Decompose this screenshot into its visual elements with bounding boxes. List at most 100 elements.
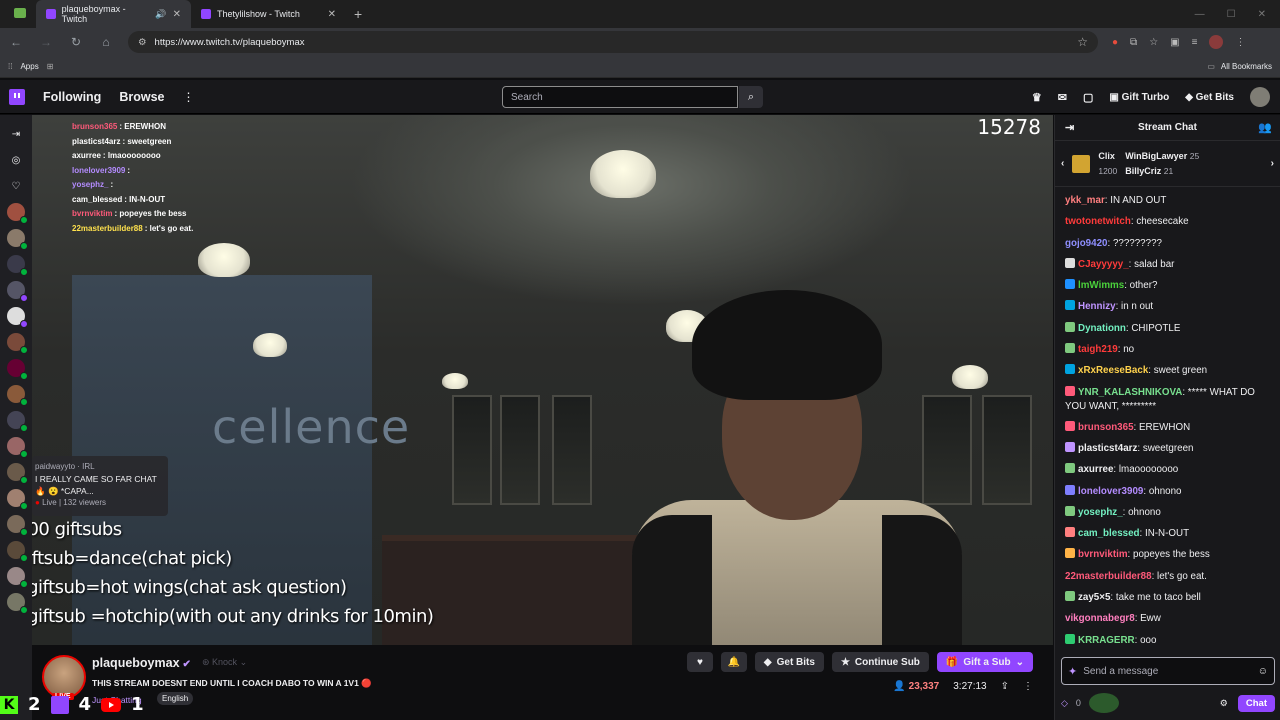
chat-username[interactable]: yosephz_ — [1078, 507, 1123, 518]
puzzle-icon[interactable]: ⧉ — [1130, 37, 1137, 48]
chat-username[interactable]: vikgonnabegr8 — [1065, 613, 1135, 624]
url-input[interactable]: ⚙ https://www.twitch.tv/plaqueboymax ☆ — [128, 31, 1098, 53]
leaderboard-prev-icon[interactable]: ‹ — [1061, 158, 1064, 169]
knock-button[interactable]: ⊛ Knock ⌄ — [202, 657, 247, 668]
chat-badge-icon[interactable] — [1065, 343, 1075, 354]
chat-username[interactable]: plasticst4arz — [1078, 443, 1137, 454]
tab-plaqueboymax[interactable]: plaqueboymax - Twitch 🔊 ✕ — [36, 0, 191, 28]
whispers-icon[interactable]: ▢ — [1083, 91, 1093, 104]
followed-channel-avatar[interactable] — [7, 229, 28, 250]
chat-input[interactable]: ✦ Send a message ☺ — [1061, 657, 1275, 685]
followed-channel-avatar[interactable] — [7, 359, 28, 380]
chat-username[interactable]: KRRAGERR — [1078, 635, 1135, 646]
chat-username[interactable]: cam_blessed — [1078, 528, 1140, 539]
chat-badge-icon[interactable] — [1065, 505, 1075, 516]
speaker-icon[interactable]: 🔊 — [155, 9, 166, 20]
followed-channel-avatar[interactable] — [7, 307, 28, 328]
chat-badge-icon[interactable] — [1065, 591, 1075, 602]
chat-badge-icon[interactable] — [1065, 463, 1075, 474]
followed-channel-avatar[interactable] — [7, 515, 28, 536]
followed-channel-avatar[interactable] — [7, 255, 28, 276]
get-bits-button[interactable]: ◆ Get Bits — [1185, 92, 1234, 103]
chat-username[interactable]: lmWimms — [1078, 280, 1124, 291]
collapse-chat-icon[interactable]: ⇥ — [1065, 121, 1074, 134]
leaderboard-next-icon[interactable]: › — [1271, 158, 1274, 169]
home-icon[interactable]: ⌂ — [98, 35, 114, 49]
media-icon[interactable]: ≡ — [1192, 37, 1198, 48]
chat-username[interactable]: 22masterbuilder88 — [1065, 571, 1152, 582]
followed-channel-avatar[interactable] — [7, 281, 28, 302]
followed-channel-avatar[interactable] — [7, 463, 28, 484]
share-icon[interactable]: ⇪ — [1001, 681, 1009, 692]
chat-username[interactable]: bvrnviktim — [1078, 549, 1128, 560]
site-info-icon[interactable]: ⚙ — [138, 37, 147, 48]
channel-points-icon[interactable]: ◇ — [1061, 698, 1068, 709]
channel-hover-card[interactable]: paidwayyto · IRL I REALLY CAME SO FAR CH… — [32, 456, 168, 516]
bookmark-star-icon[interactable]: ☆ — [1077, 35, 1088, 49]
get-bits-button[interactable]: ◆ Get Bits — [754, 652, 824, 672]
gift-sub-button[interactable]: 🎁 Gift a Sub ⌄ — [936, 652, 1033, 672]
chat-username[interactable]: Dynationn — [1078, 323, 1126, 334]
chat-username[interactable]: zay5×5 — [1078, 592, 1110, 603]
bookmark-apps[interactable]: Apps — [20, 62, 38, 71]
forward-icon[interactable]: → — [38, 35, 54, 49]
chat-badge-icon[interactable] — [1065, 364, 1075, 375]
emote-picker-icon[interactable]: ☺ — [1258, 666, 1268, 677]
close-tab-icon[interactable]: ✕ — [173, 9, 181, 20]
chat-badge-icon[interactable] — [1065, 441, 1075, 452]
followed-channel-avatar[interactable] — [7, 437, 28, 458]
tab-search-icon[interactable] — [14, 8, 26, 18]
streamer-name[interactable]: plaqueboymax ✔ — [92, 656, 191, 670]
bits-cheer-icon[interactable]: ✦ — [1068, 665, 1077, 678]
profile-avatar[interactable] — [1209, 35, 1224, 49]
leaderboard-first[interactable]: Clix 1200 — [1098, 149, 1117, 179]
followed-channel-avatar[interactable] — [7, 489, 28, 510]
user-avatar[interactable] — [1250, 87, 1270, 107]
nav-following[interactable]: Following — [43, 90, 101, 104]
language-tag[interactable]: English — [157, 692, 194, 705]
extension-icon[interactable]: ● — [1112, 37, 1118, 48]
followed-channel-avatar[interactable] — [7, 333, 28, 354]
followed-channel-avatar[interactable] — [7, 593, 28, 614]
more-options-icon[interactable]: ⋮ — [1023, 681, 1033, 692]
chat-username[interactable]: YNR_KALASHNIKOVA — [1078, 387, 1182, 398]
notifications-bell-icon[interactable]: 🔔 — [720, 652, 747, 672]
chat-settings-icon[interactable]: ⚙ — [1220, 698, 1228, 709]
chat-badge-icon[interactable] — [1065, 420, 1075, 431]
sidepanel-icon[interactable]: ▣ — [1170, 37, 1179, 48]
chat-username[interactable]: brunson365 — [1078, 422, 1134, 433]
chat-badge-icon[interactable] — [1065, 321, 1075, 332]
chat-badge-icon[interactable] — [1065, 633, 1075, 644]
reading-list-icon[interactable]: ☆ — [1149, 37, 1158, 48]
close-window-icon[interactable]: ✕ — [1258, 9, 1266, 20]
gift-turbo-button[interactable]: ▣ Gift Turbo — [1109, 92, 1169, 103]
follow-heart-icon[interactable]: ♥ — [686, 652, 713, 672]
expand-sidebar-icon[interactable]: ⇥ — [12, 121, 20, 147]
tab-groups-icon[interactable]: ⊞ — [47, 62, 54, 71]
twitch-logo-icon[interactable] — [9, 88, 25, 105]
reward-badge-image[interactable] — [1088, 693, 1119, 713]
chat-badge-icon[interactable] — [1065, 527, 1075, 538]
recommended-icon[interactable]: ◎ — [12, 147, 21, 173]
followed-channel-avatar[interactable] — [7, 411, 28, 432]
back-icon[interactable]: ← — [8, 35, 24, 49]
chat-badge-icon[interactable] — [1065, 484, 1075, 495]
continue-sub-button[interactable]: ★ Continue Sub — [831, 652, 929, 672]
new-tab-icon[interactable]: + — [346, 6, 370, 22]
more-icon[interactable]: ⋮ — [182, 90, 194, 104]
chat-username[interactable]: Hennizy — [1078, 301, 1116, 312]
video-player[interactable]: cellence 15278 brunson365: EREWHON plast… — [32, 115, 1053, 645]
chat-send-button[interactable]: Chat — [1237, 694, 1275, 712]
community-icon[interactable]: 👥 — [1258, 121, 1272, 134]
followed-heart-icon[interactable]: ♡ — [12, 173, 21, 199]
followed-channel-avatar[interactable] — [7, 385, 28, 406]
all-bookmarks[interactable]: All Bookmarks — [1221, 62, 1272, 71]
maximize-icon[interactable]: ☐ — [1227, 9, 1236, 20]
menu-icon[interactable]: ⋮ — [1235, 37, 1245, 48]
followed-channel-avatar[interactable] — [7, 567, 28, 588]
chat-username[interactable]: xRxReeseBack — [1078, 365, 1148, 376]
leaderboard-others[interactable]: WinBigLawyer 25 BillyCriz 21 — [1125, 149, 1199, 179]
chat-username[interactable]: lonelover3909 — [1078, 486, 1143, 497]
tab-thetylilshow[interactable]: Thetylilshow - Twitch ✕ — [191, 0, 346, 28]
chat-username[interactable]: ykk_mar — [1065, 195, 1105, 206]
